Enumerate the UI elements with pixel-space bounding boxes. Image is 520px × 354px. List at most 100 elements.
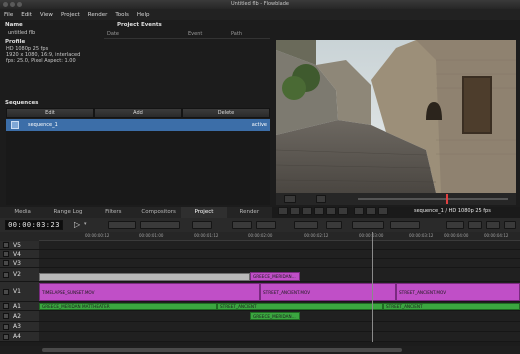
track-lane-v5[interactable] [39, 241, 520, 250]
edit-sequence-button[interactable]: Edit [6, 108, 94, 118]
track-header-v4[interactable]: V4 [0, 250, 39, 259]
audio-clip[interactable]: GREECE_MERIDAN MATTHEATER [39, 303, 217, 310]
tab-render[interactable]: Render [227, 207, 272, 218]
undo-redo-buttons[interactable] [192, 221, 212, 229]
next-frame-button[interactable] [338, 207, 348, 215]
render-button[interactable] [504, 221, 516, 229]
track-header-v2[interactable]: V2 [0, 268, 39, 282]
menu-tools[interactable]: Tools [115, 12, 129, 18]
menu-edit[interactable]: Edit [21, 12, 32, 18]
audio-clip[interactable]: GREECE_MERIDAN... [250, 312, 300, 320]
track-lock-toggle[interactable] [3, 289, 9, 295]
track-lock-toggle[interactable] [3, 260, 9, 266]
delete-sequence-button[interactable]: Delete [182, 108, 270, 118]
tab-compositors[interactable]: Compositors [136, 207, 181, 218]
magnet-button[interactable] [468, 221, 482, 229]
insert-button[interactable] [232, 221, 252, 229]
track-lock-toggle[interactable] [3, 313, 9, 319]
sequence-row[interactable]: sequence_1 active [6, 119, 270, 131]
chevron-down-icon[interactable]: ▾ [84, 221, 87, 227]
track-header-v1[interactable]: V1 [0, 282, 39, 302]
track-header-a1[interactable]: A1 [0, 302, 39, 311]
timecode-display: 00:00:03:23 [5, 220, 63, 230]
video-clip-v2-gap[interactable] [39, 273, 250, 281]
clear-marks-button[interactable] [378, 207, 388, 215]
audio-clip[interactable]: STREET_ANCIENT [217, 303, 383, 310]
video-frame-image [276, 40, 516, 193]
ruler-tick: 00:00:00:12 [85, 233, 110, 238]
video-clip[interactable]: STREET_ANCIENT.MOV [396, 283, 520, 301]
notebook-tabs: Media Range Log Filters Compositors Proj… [0, 207, 272, 218]
track-lock-toggle[interactable] [3, 272, 9, 278]
timeline-scrollbar[interactable] [0, 346, 520, 354]
track-lock-toggle[interactable] [3, 303, 9, 309]
menu-help[interactable]: Help [137, 12, 150, 18]
menu-view[interactable]: View [40, 12, 53, 18]
audio-clip[interactable]: STREET_ANCIENT [383, 303, 520, 310]
tab-filters[interactable]: Filters [91, 207, 136, 218]
trim-view-button[interactable] [316, 195, 326, 203]
menu-project[interactable]: Project [61, 12, 80, 18]
monitor-playhead[interactable] [446, 194, 448, 204]
transport-controls: sequence_1 / HD 1080p 25 fps [276, 206, 516, 216]
track-lock-toggle[interactable] [3, 242, 9, 248]
video-clip[interactable]: TIMELAPSE_SUNSET.MOV [39, 283, 260, 301]
lift-buttons[interactable] [294, 221, 318, 229]
video-monitor [276, 40, 516, 193]
tool-pointer-icon[interactable]: ▷ [74, 220, 80, 229]
zoom-buttons[interactable] [108, 221, 136, 229]
sequences-title: Sequences [5, 100, 39, 106]
audio-buttons[interactable] [352, 221, 384, 229]
menu-render[interactable]: Render [88, 12, 108, 18]
timeline-ruler[interactable]: 00:00:00:12 00:00:01:00 00:00:01:12 00:0… [39, 232, 520, 241]
events-col-event[interactable]: Event [188, 31, 202, 37]
track-lane-v3[interactable] [39, 259, 520, 268]
video-clip[interactable]: GREECE_MERIDAN... [250, 272, 300, 281]
video-clip[interactable]: STREET_ANCIENT.MOV [260, 283, 396, 301]
play-button[interactable] [302, 207, 312, 215]
forward-button[interactable] [326, 207, 336, 215]
ruler-tick: 00:00:04:12 [484, 233, 509, 238]
track-header-v5[interactable]: V5 [0, 241, 39, 250]
prev-frame-button[interactable] [278, 207, 288, 215]
add-sequence-button[interactable]: Add [94, 108, 182, 118]
track-header-a3[interactable]: A3 [0, 322, 39, 332]
cut-buttons[interactable] [140, 221, 180, 229]
project-name: untitled flb [8, 30, 36, 36]
track-lock-toggle[interactable] [3, 324, 9, 330]
events-col-date[interactable]: Date [107, 31, 119, 37]
track-header-v3[interactable]: V3 [0, 259, 39, 268]
scrollbar-thumb[interactable] [42, 348, 402, 352]
position-bar[interactable] [358, 198, 508, 200]
rewind-button[interactable] [290, 207, 300, 215]
track-lock-toggle[interactable] [3, 334, 9, 340]
track-header-a4[interactable]: A4 [0, 332, 39, 342]
scroll-lock-button[interactable] [486, 221, 500, 229]
track-lock-toggle[interactable] [3, 251, 9, 257]
track-lane-v4[interactable] [39, 250, 520, 259]
track-lane-a3[interactable] [39, 322, 520, 332]
snap-button[interactable] [446, 221, 464, 229]
menu-file[interactable]: File [4, 12, 13, 18]
track-header-a2[interactable]: A2 [0, 311, 39, 322]
timeline-playhead[interactable] [372, 232, 373, 342]
overwrite-button[interactable] [256, 221, 276, 229]
track-name: A4 [13, 333, 21, 340]
tab-range-log[interactable]: Range Log [45, 207, 90, 218]
mark-out-button[interactable] [366, 207, 376, 215]
project-events-title: Project Events [117, 22, 162, 28]
sync-buttons[interactable] [390, 221, 420, 229]
events-col-path[interactable]: Path [231, 31, 242, 37]
ruler-tick: 00:00:04:00 [444, 233, 469, 238]
tab-project[interactable]: Project [181, 207, 227, 218]
view-mode-button[interactable] [284, 195, 296, 203]
track-lane-a4[interactable] [39, 332, 520, 342]
splice-button[interactable] [326, 221, 342, 229]
tab-media[interactable]: Media [0, 207, 45, 218]
menu-bar: File Edit View Project Render Tools Help [0, 9, 520, 20]
edit-toolbar: 00:00:03:23 ▷ ▾ [0, 218, 520, 232]
stop-button[interactable] [314, 207, 324, 215]
mark-in-button[interactable] [354, 207, 364, 215]
monitor-scrub-bar[interactable] [276, 193, 516, 205]
track-name: V3 [13, 260, 21, 267]
